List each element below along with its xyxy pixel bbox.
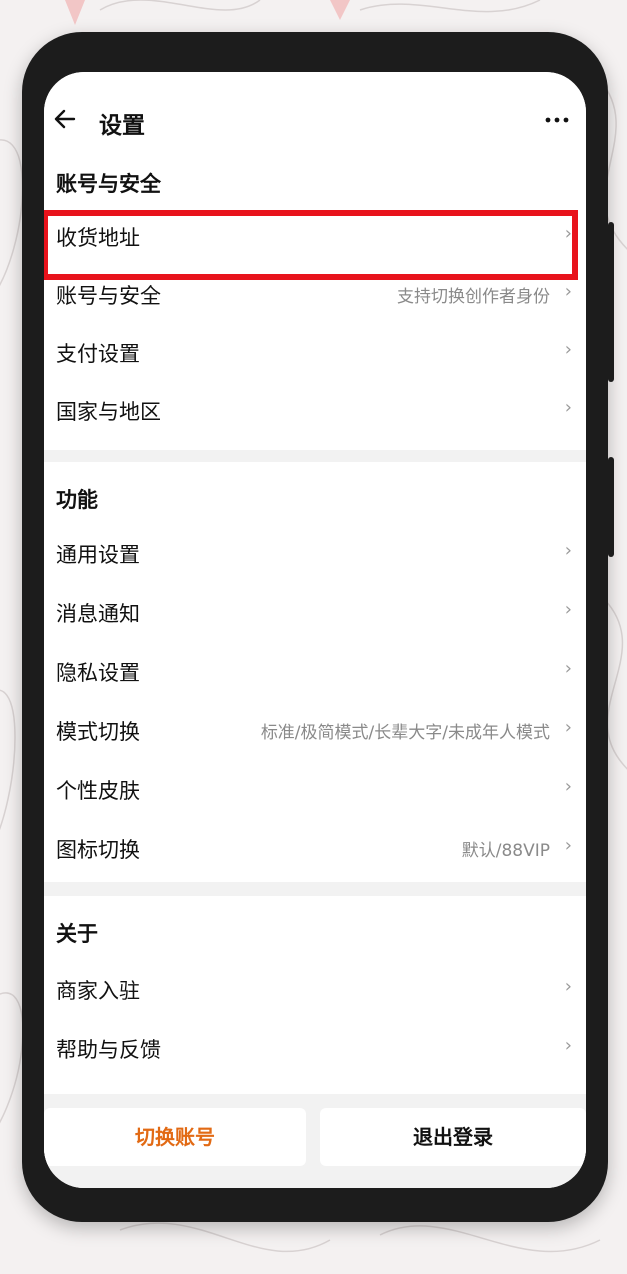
chevron-right-icon: › [564,281,572,302]
chevron-right-icon: › [564,397,572,418]
row-label: 通用设置 [56,543,140,567]
page-title: 设置 [99,113,145,139]
highlight-box [44,210,578,280]
row-value: 默认/88VIP [461,841,550,861]
section-about: 关于 商家入驻 › 帮助与反馈 › [44,896,586,1094]
row-label: 支付设置 [56,342,140,366]
settings-row-icon-switch[interactable]: 图标切换 默认/88VIP › [44,820,586,878]
settings-row-payment[interactable]: 支付设置 › [44,324,586,382]
switch-account-button[interactable]: 切换账号 [44,1108,306,1166]
row-label: 隐私设置 [56,661,140,685]
chevron-right-icon: › [564,599,572,620]
section-function: 功能 通用设置 › 消息通知 › 隐私设置 › 模式切换 标准/极简模式/长辈大… [44,462,586,882]
row-label: 帮助与反馈 [56,1038,161,1062]
settings-row-merchant[interactable]: 商家入驻 › [44,961,586,1019]
section-account: 账号与安全 收货地址 › 账号与安全 支持切换创作者身份 › 支付设置 › 国家… [44,164,586,450]
chevron-right-icon: › [564,976,572,997]
top-bar: 设置 [44,72,586,164]
chevron-right-icon: › [564,1035,572,1056]
row-value: 标准/极简模式/长辈大字/未成年人模式 [260,723,550,743]
settings-row-help-feedback[interactable]: 帮助与反馈 › [44,1020,586,1078]
chevron-right-icon: › [564,658,572,679]
screen: 设置 账号与安全 收货地址 › 账号与安全 支持切换创作者身份 › 支付设置 ›… [44,72,586,1188]
row-label: 商家入驻 [56,979,140,1003]
settings-row-country-region[interactable]: 国家与地区 › [44,382,586,440]
arrow-left-icon[interactable] [52,106,82,136]
section-heading-function: 功能 [56,488,98,512]
chevron-right-icon: › [564,540,572,561]
settings-row-privacy[interactable]: 隐私设置 › [44,643,586,701]
row-label: 国家与地区 [56,400,161,424]
row-label: 图标切换 [56,838,140,862]
volume-button [608,457,614,557]
chevron-right-icon: › [564,835,572,856]
row-value: 支持切换创作者身份 [397,287,550,307]
chevron-right-icon: › [564,339,572,360]
logout-button[interactable]: 退出登录 [320,1108,586,1166]
row-label: 模式切换 [56,720,140,744]
row-label: 消息通知 [56,602,140,626]
settings-row-notifications[interactable]: 消息通知 › [44,584,586,642]
settings-row-general[interactable]: 通用设置 › [44,525,586,583]
section-heading-about: 关于 [56,922,98,946]
power-button [608,222,614,382]
chevron-right-icon: › [564,717,572,738]
section-heading-account: 账号与安全 [56,172,161,196]
settings-row-mode-switch[interactable]: 模式切换 标准/极简模式/长辈大字/未成年人模式 › [44,702,586,760]
row-label: 账号与安全 [56,284,161,308]
bottom-bar: 切换账号 退出登录 [44,1100,586,1188]
row-label: 个性皮肤 [56,779,140,803]
chevron-right-icon: › [564,776,572,797]
settings-row-skin[interactable]: 个性皮肤 › [44,761,586,819]
more-dots-icon[interactable] [544,106,570,138]
